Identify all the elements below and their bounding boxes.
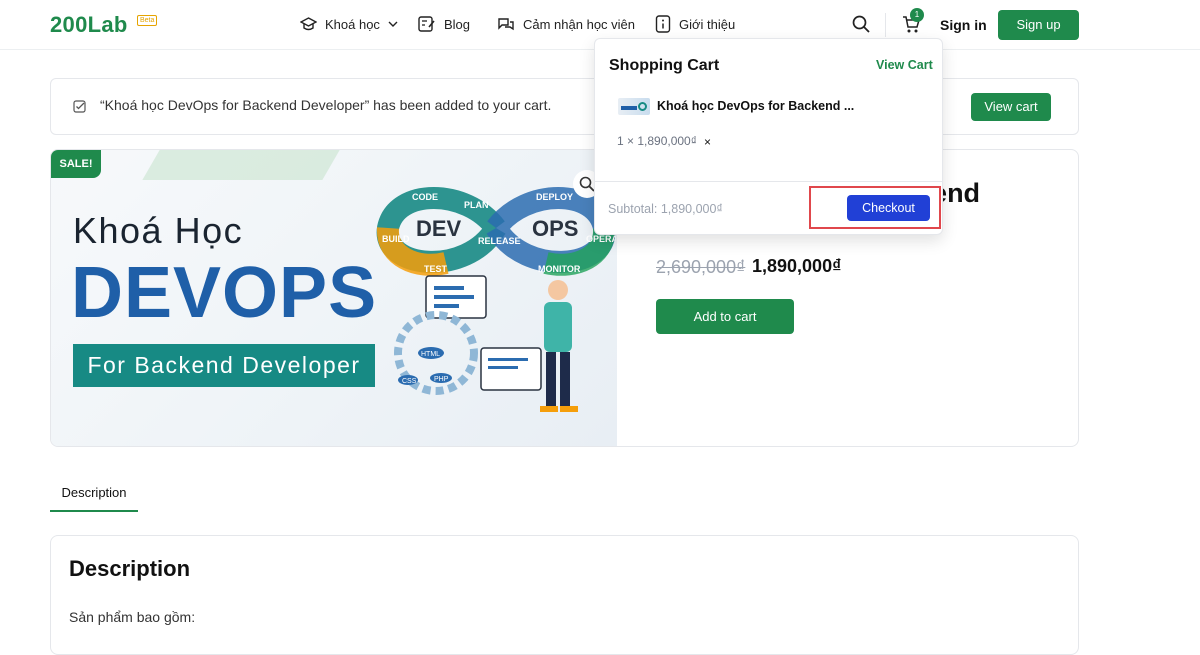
loop-label-dev: DEV — [416, 216, 462, 241]
sale-price: 1,890,000₫ — [752, 256, 842, 276]
banner-subtitle: For Backend Developer — [73, 344, 375, 387]
description-text: Sản phẩm bao gồm: — [69, 609, 196, 625]
cart-count-badge: 1 — [910, 8, 924, 22]
nav-courses-label: Khoá học — [325, 16, 380, 32]
devops-illustration: DEV OPS CODE PLAN BUILD TEST RELEASE DEP… — [376, 187, 616, 412]
banner-stripe — [142, 150, 340, 180]
cart-subtotal: Subtotal: 1,890,000₫ — [608, 202, 723, 216]
nav-testimonials[interactable]: Cảm nhận học viên — [497, 14, 635, 34]
cart-item-quantity-price: 1 × 1,890,000₫ — [617, 134, 697, 148]
header-divider — [885, 13, 886, 37]
banner-title-line1: Khoá Học — [73, 210, 244, 251]
nav-about[interactable]: Giới thiệu — [655, 14, 735, 34]
cart-item-thumbnail[interactable] — [618, 98, 650, 115]
nav-testimonials-label: Cảm nhận học viên — [523, 16, 636, 32]
nav-courses[interactable]: Khoá học — [300, 14, 398, 34]
loop-step-operate: OPERATE — [586, 234, 616, 244]
search-icon[interactable] — [852, 15, 870, 33]
loop-label-ops: OPS — [532, 216, 578, 241]
graduation-cap-icon — [300, 16, 317, 30]
chevron-down-icon — [388, 21, 398, 27]
gear-label-html: HTML — [421, 351, 440, 358]
description-panel: Description Sản phẩm bao gồm: — [50, 535, 1079, 655]
checkout-button[interactable]: Checkout — [847, 195, 930, 221]
cart-popover-divider — [595, 181, 942, 182]
cart-popover-title: Shopping Cart — [609, 57, 720, 74]
logo-badge: Beta — [137, 15, 158, 26]
sale-badge: SALE! — [51, 150, 101, 178]
shopping-cart-popover: Shopping Cart View Cart Khoá học DevOps … — [594, 38, 943, 235]
loop-step-code: CODE — [412, 192, 438, 202]
cart-item-name[interactable]: Khoá học DevOps for Backend ... — [657, 99, 854, 113]
nav-about-label: Giới thiệu — [679, 16, 736, 32]
notice-view-cart-button[interactable]: View cart — [971, 93, 1051, 121]
info-icon — [655, 15, 671, 33]
tab-description[interactable]: Description — [50, 474, 138, 512]
loop-step-build: BUILD — [382, 234, 410, 244]
sign-in-link[interactable]: Sign in — [940, 17, 987, 33]
description-heading: Description — [69, 556, 191, 581]
zoom-icon — [579, 176, 595, 192]
check-square-icon — [73, 100, 86, 113]
loop-step-release: RELEASE — [478, 236, 521, 246]
sign-up-button[interactable]: Sign up — [998, 10, 1079, 40]
illustration-person-head — [548, 280, 568, 300]
loop-step-test: TEST — [424, 264, 448, 274]
old-price: 2,690,000₫ — [656, 257, 746, 277]
nav-blog-label: Blog — [444, 16, 471, 32]
add-to-cart-button[interactable]: Add to cart — [656, 299, 794, 334]
cart-popover-view-cart-link[interactable]: View Cart — [876, 58, 933, 72]
loop-step-deploy: DEPLOY — [536, 192, 573, 202]
gear-label-php: PHP — [434, 376, 449, 383]
chat-bubbles-icon — [498, 17, 514, 30]
site-logo[interactable]: 200Lab — [50, 12, 128, 38]
illustration-person-body — [544, 302, 572, 352]
gear-label-css: CSS — [402, 378, 417, 385]
banner-title-line2: DEVOPS — [71, 253, 378, 333]
cart-item-remove-button[interactable]: × — [704, 135, 711, 149]
loop-step-monitor: MONITOR — [538, 264, 581, 274]
loop-step-plan: PLAN — [464, 200, 489, 210]
edit-note-icon — [418, 16, 435, 32]
product-banner-image: SALE! Khoá Học DEVOPS For Backend Develo… — [51, 150, 617, 446]
nav-blog[interactable]: Blog — [418, 14, 470, 34]
notice-message: “Khoá học DevOps for Backend Developer” … — [100, 97, 552, 113]
